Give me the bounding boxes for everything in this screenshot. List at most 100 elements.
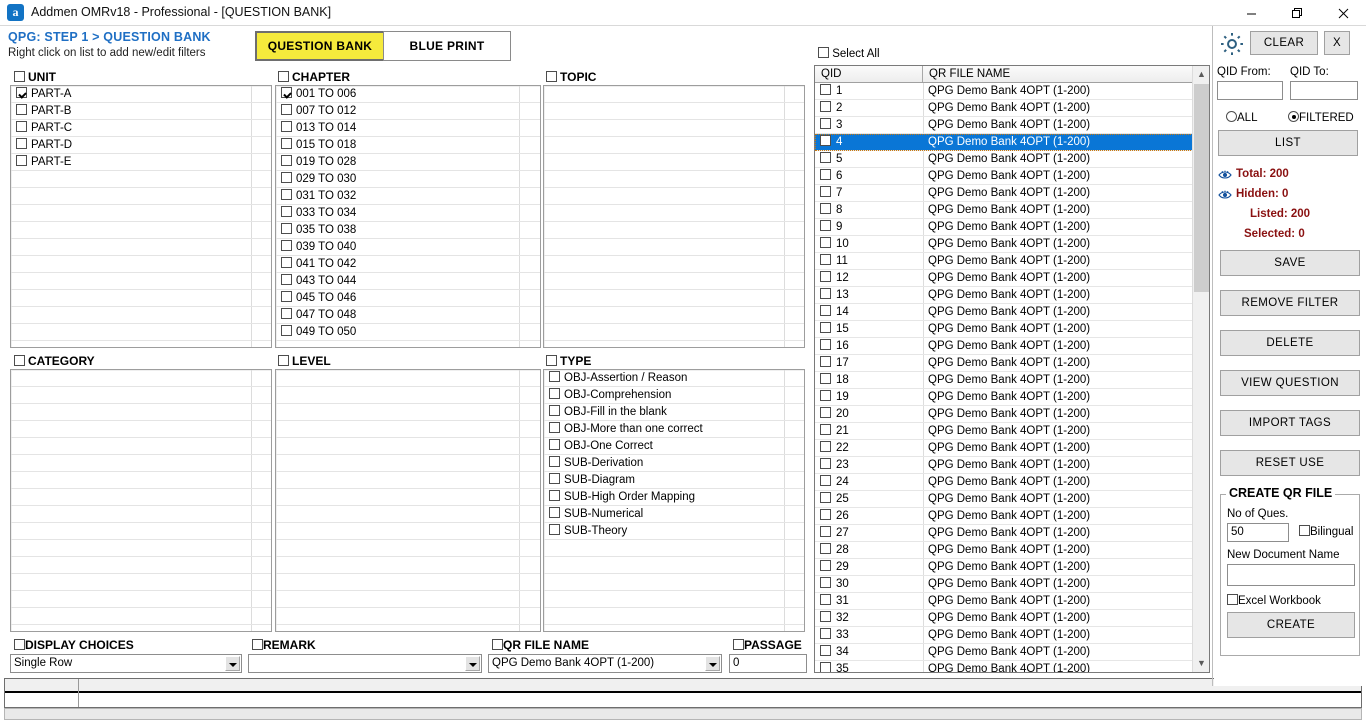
unit-item-checkbox[interactable] <box>16 155 27 166</box>
table-row[interactable]: 4QPG Demo Bank 4OPT (1-200) <box>815 134 1193 151</box>
row-checkbox[interactable] <box>820 645 831 656</box>
chapter-item-checkbox[interactable] <box>281 274 292 285</box>
row-checkbox[interactable] <box>820 577 831 588</box>
radio-filtered-button[interactable] <box>1288 111 1299 122</box>
row-checkbox[interactable] <box>820 152 831 163</box>
table-row[interactable]: 9QPG Demo Bank 4OPT (1-200) <box>815 219 1193 236</box>
chapter-item[interactable]: 001 TO 006 <box>276 86 540 103</box>
chapter-item[interactable]: 045 TO 046 <box>276 290 540 307</box>
table-row[interactable]: 21QPG Demo Bank 4OPT (1-200) <box>815 423 1193 440</box>
scroll-up-icon[interactable]: ▲ <box>1193 66 1210 83</box>
chapter-item-checkbox[interactable] <box>281 155 292 166</box>
type-item[interactable]: SUB-Numerical <box>544 506 804 523</box>
chapter-item-checkbox[interactable] <box>281 138 292 149</box>
unit-item[interactable]: PART-C <box>11 120 271 137</box>
grid-body[interactable]: 1QPG Demo Bank 4OPT (1-200)2QPG Demo Ban… <box>815 83 1193 673</box>
filter-header-category[interactable]: CATEGORY <box>14 354 95 368</box>
type-item[interactable]: OBJ-Fill in the blank <box>544 404 804 421</box>
question-list-grid[interactable]: QID QR FILE NAME 1QPG Demo Bank 4OPT (1-… <box>814 65 1210 673</box>
row-checkbox[interactable] <box>820 186 831 197</box>
table-row[interactable]: 7QPG Demo Bank 4OPT (1-200) <box>815 185 1193 202</box>
clear-button[interactable]: CLEAR <box>1250 31 1318 55</box>
radio-all-button[interactable] <box>1226 111 1237 122</box>
excel-workbook-option[interactable]: Excel Workbook <box>1227 594 1321 607</box>
row-checkbox[interactable] <box>820 628 831 639</box>
type-item-checkbox[interactable] <box>549 507 560 518</box>
chapter-item[interactable]: 047 TO 048 <box>276 307 540 324</box>
chevron-down-icon[interactable] <box>465 656 480 671</box>
chapter-item[interactable]: 039 TO 040 <box>276 239 540 256</box>
unit-item-checkbox[interactable] <box>16 87 27 98</box>
select-all-checkbox[interactable] <box>818 47 829 58</box>
type-item-checkbox[interactable] <box>549 371 560 382</box>
chevron-down-icon[interactable] <box>225 656 240 671</box>
filter-header-level[interactable]: LEVEL <box>278 354 331 368</box>
row-checkbox[interactable] <box>820 203 831 214</box>
chapter-item-checkbox[interactable] <box>281 240 292 251</box>
chapter-item-checkbox[interactable] <box>281 308 292 319</box>
filter-header-passage[interactable]: PASSAGE <box>733 638 802 652</box>
row-checkbox[interactable] <box>820 305 831 316</box>
row-checkbox[interactable] <box>820 509 831 520</box>
chapter-item[interactable]: 049 TO 050 <box>276 324 540 341</box>
table-row[interactable]: 31QPG Demo Bank 4OPT (1-200) <box>815 593 1193 610</box>
row-checkbox[interactable] <box>820 458 831 469</box>
reset-use-button[interactable]: RESET USE <box>1220 450 1360 476</box>
table-row[interactable]: 25QPG Demo Bank 4OPT (1-200) <box>815 491 1193 508</box>
chapter-item-checkbox[interactable] <box>281 172 292 183</box>
column-header-qr-file-name[interactable]: QR FILE NAME <box>923 66 1193 82</box>
chapter-item[interactable]: 033 TO 034 <box>276 205 540 222</box>
chapter-item-checkbox[interactable] <box>281 325 292 336</box>
chapter-item[interactable]: 031 TO 032 <box>276 188 540 205</box>
table-row[interactable]: 28QPG Demo Bank 4OPT (1-200) <box>815 542 1193 559</box>
row-checkbox[interactable] <box>820 373 831 384</box>
table-row[interactable]: 30QPG Demo Bank 4OPT (1-200) <box>815 576 1193 593</box>
row-checkbox[interactable] <box>820 118 831 129</box>
type-master-checkbox[interactable] <box>546 355 557 366</box>
chapter-item-checkbox[interactable] <box>281 223 292 234</box>
unit-item-checkbox[interactable] <box>16 104 27 115</box>
type-item[interactable]: OBJ-Comprehension <box>544 387 804 404</box>
type-item[interactable]: SUB-Derivation <box>544 455 804 472</box>
panel-close-button[interactable]: X <box>1324 31 1350 55</box>
chapter-item[interactable]: 019 TO 028 <box>276 154 540 171</box>
chapter-item-checkbox[interactable] <box>281 291 292 302</box>
qr-file-name-checkbox[interactable] <box>492 639 503 650</box>
table-row[interactable]: 17QPG Demo Bank 4OPT (1-200) <box>815 355 1193 372</box>
table-row[interactable]: 29QPG Demo Bank 4OPT (1-200) <box>815 559 1193 576</box>
row-checkbox[interactable] <box>820 101 831 112</box>
remark-select[interactable] <box>248 654 482 673</box>
row-checkbox[interactable] <box>820 271 831 282</box>
row-checkbox[interactable] <box>820 135 831 146</box>
table-row[interactable]: 19QPG Demo Bank 4OPT (1-200) <box>815 389 1193 406</box>
table-row[interactable]: 23QPG Demo Bank 4OPT (1-200) <box>815 457 1193 474</box>
type-item-checkbox[interactable] <box>549 456 560 467</box>
chapter-master-checkbox[interactable] <box>278 71 289 82</box>
type-item[interactable]: SUB-Theory <box>544 523 804 540</box>
table-row[interactable]: 27QPG Demo Bank 4OPT (1-200) <box>815 525 1193 542</box>
scroll-down-icon[interactable]: ▼ <box>1193 655 1210 672</box>
unit-item[interactable]: PART-A <box>11 86 271 103</box>
table-row[interactable]: 24QPG Demo Bank 4OPT (1-200) <box>815 474 1193 491</box>
table-row[interactable]: 11QPG Demo Bank 4OPT (1-200) <box>815 253 1193 270</box>
row-checkbox[interactable] <box>820 288 831 299</box>
list-category[interactable] <box>10 369 272 632</box>
type-item-checkbox[interactable] <box>549 422 560 433</box>
table-row[interactable]: 16QPG Demo Bank 4OPT (1-200) <box>815 338 1193 355</box>
row-checkbox[interactable] <box>820 441 831 452</box>
row-checkbox[interactable] <box>820 492 831 503</box>
grid-vertical-scrollbar[interactable]: ▲ ▼ <box>1192 66 1209 672</box>
table-row[interactable]: 35QPG Demo Bank 4OPT (1-200) <box>815 661 1193 673</box>
delete-button[interactable]: DELETE <box>1220 330 1360 356</box>
qid-from-input[interactable] <box>1217 81 1283 100</box>
table-row[interactable]: 6QPG Demo Bank 4OPT (1-200) <box>815 168 1193 185</box>
chevron-down-icon[interactable] <box>705 656 720 671</box>
qid-to-input[interactable] <box>1290 81 1358 100</box>
row-checkbox[interactable] <box>820 560 831 571</box>
type-item[interactable]: OBJ-One Correct <box>544 438 804 455</box>
chapter-item[interactable]: 041 TO 042 <box>276 256 540 273</box>
type-item-checkbox[interactable] <box>549 524 560 535</box>
table-row[interactable]: 5QPG Demo Bank 4OPT (1-200) <box>815 151 1193 168</box>
no-of-ques-input[interactable]: 50 <box>1227 523 1289 542</box>
remove-filter-button[interactable]: REMOVE FILTER <box>1220 290 1360 316</box>
